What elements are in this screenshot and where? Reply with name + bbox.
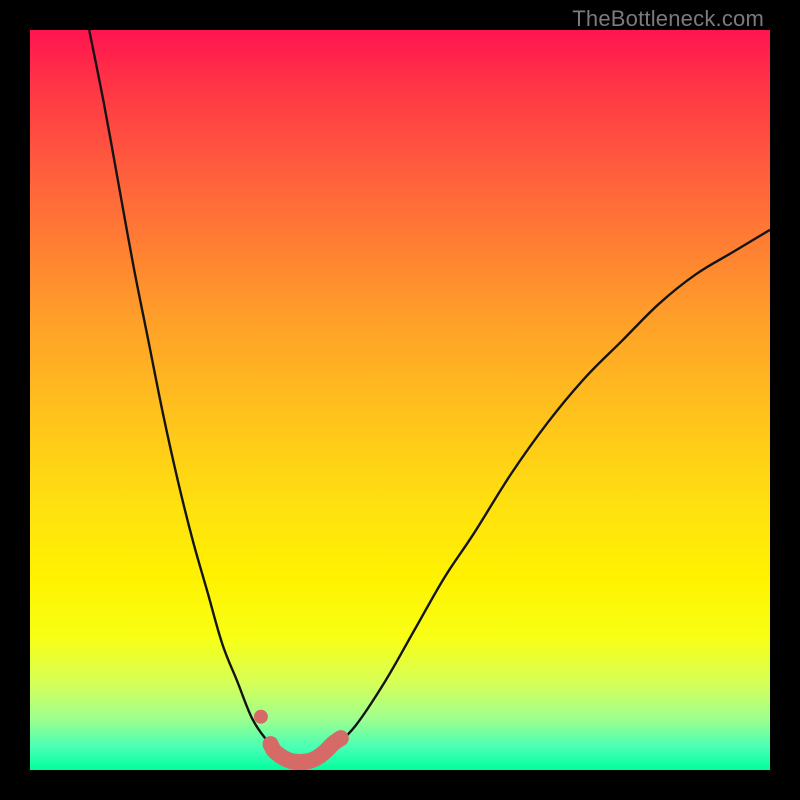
right-curve	[333, 230, 770, 748]
watermark-text: TheBottleneck.com	[572, 6, 764, 32]
chart-svg	[30, 30, 770, 770]
chart-plot-area	[30, 30, 770, 770]
left-curve	[89, 30, 274, 748]
highlight-region	[271, 738, 341, 762]
highlight-dot	[254, 710, 268, 724]
